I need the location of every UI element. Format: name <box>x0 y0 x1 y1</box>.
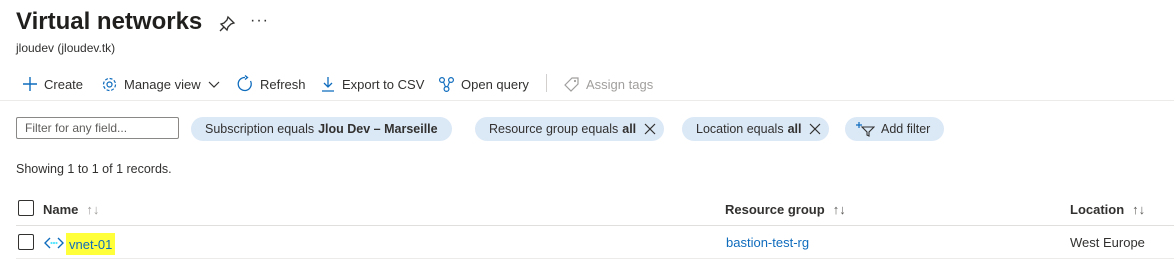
close-icon[interactable] <box>644 123 656 135</box>
toolbar-rule <box>0 100 1174 101</box>
filter-pill-resource-group[interactable]: Resource group equals all <box>475 117 665 141</box>
sort-icon[interactable]: ↑↓ <box>833 202 846 217</box>
export-csv-label: Export to CSV <box>342 76 425 92</box>
refresh-icon <box>237 75 252 92</box>
gear-icon <box>102 77 117 91</box>
command-bar: Create Manage view Refresh Export to CSV… <box>0 70 1174 98</box>
sort-icon[interactable]: ↑↓ <box>1132 202 1145 217</box>
open-query-button[interactable]: Open query <box>438 70 529 98</box>
select-all-checkbox[interactable] <box>18 200 34 216</box>
add-filter-icon <box>856 122 875 137</box>
location-filter-label: Location equals <box>696 122 784 136</box>
subscription-filter-label: Subscription equals <box>205 122 315 136</box>
location-cell: West Europe <box>1070 235 1145 250</box>
manage-view-label: Manage view <box>124 76 201 92</box>
location-filter-value: all <box>787 122 802 136</box>
resource-group-filter-value: all <box>622 122 637 136</box>
records-count: Showing 1 to 1 of 1 records. <box>16 162 172 176</box>
filter-pill-subscription[interactable]: Subscription equals Jlou Dev – Marseille <box>191 117 452 141</box>
column-header-resource-group[interactable]: Resource group ↑↓ <box>725 199 846 219</box>
filter-pill-location[interactable]: Location equals all <box>682 117 830 141</box>
filter-input[interactable] <box>16 117 179 139</box>
resource-group-link[interactable]: bastion-test-rg <box>726 235 809 250</box>
refresh-label: Refresh <box>260 76 306 92</box>
header-divider <box>16 225 1174 226</box>
name-header-label: Name <box>43 201 79 217</box>
resource-group-filter-label: Resource group equals <box>489 122 619 136</box>
add-filter-label: Add filter <box>881 122 931 136</box>
close-icon[interactable] <box>809 123 821 135</box>
open-query-label: Open query <box>461 76 529 92</box>
assign-tags-label: Assign tags <box>586 76 654 92</box>
more-options-icon[interactable]: ··· <box>250 12 269 30</box>
assign-tags-button[interactable]: Assign tags <box>563 70 653 98</box>
location-header-label: Location <box>1070 201 1125 217</box>
add-filter-button[interactable]: Add filter <box>845 117 945 141</box>
download-icon <box>322 77 334 92</box>
plus-icon <box>23 77 37 91</box>
sort-icon[interactable]: ↑↓ <box>86 202 99 217</box>
page-title: Virtual networks <box>16 8 203 35</box>
row-divider <box>16 258 1174 259</box>
tag-icon <box>564 76 579 92</box>
vnet-name-link[interactable]: vnet-01 <box>66 233 116 255</box>
virtual-network-icon <box>44 236 64 255</box>
export-csv-button[interactable]: Export to CSV <box>320 70 424 98</box>
pin-icon[interactable] <box>218 15 236 33</box>
resource-group-header-label: Resource group <box>725 201 825 217</box>
create-label: Create <box>44 76 84 92</box>
manage-view-button[interactable]: Manage view <box>101 70 220 98</box>
query-icon <box>438 76 455 92</box>
refresh-button[interactable]: Refresh <box>236 70 306 98</box>
chevron-down-icon <box>208 81 220 88</box>
create-button[interactable]: Create <box>22 70 83 98</box>
column-header-name[interactable]: Name ↑↓ <box>43 199 99 219</box>
row-checkbox[interactable] <box>18 234 34 250</box>
column-header-location[interactable]: Location ↑↓ <box>1070 199 1145 219</box>
directory-subtitle: jloudev (jloudev.tk) <box>16 41 116 55</box>
subscription-filter-value: Jlou Dev – Marseille <box>318 122 438 136</box>
toolbar-divider <box>546 74 547 92</box>
